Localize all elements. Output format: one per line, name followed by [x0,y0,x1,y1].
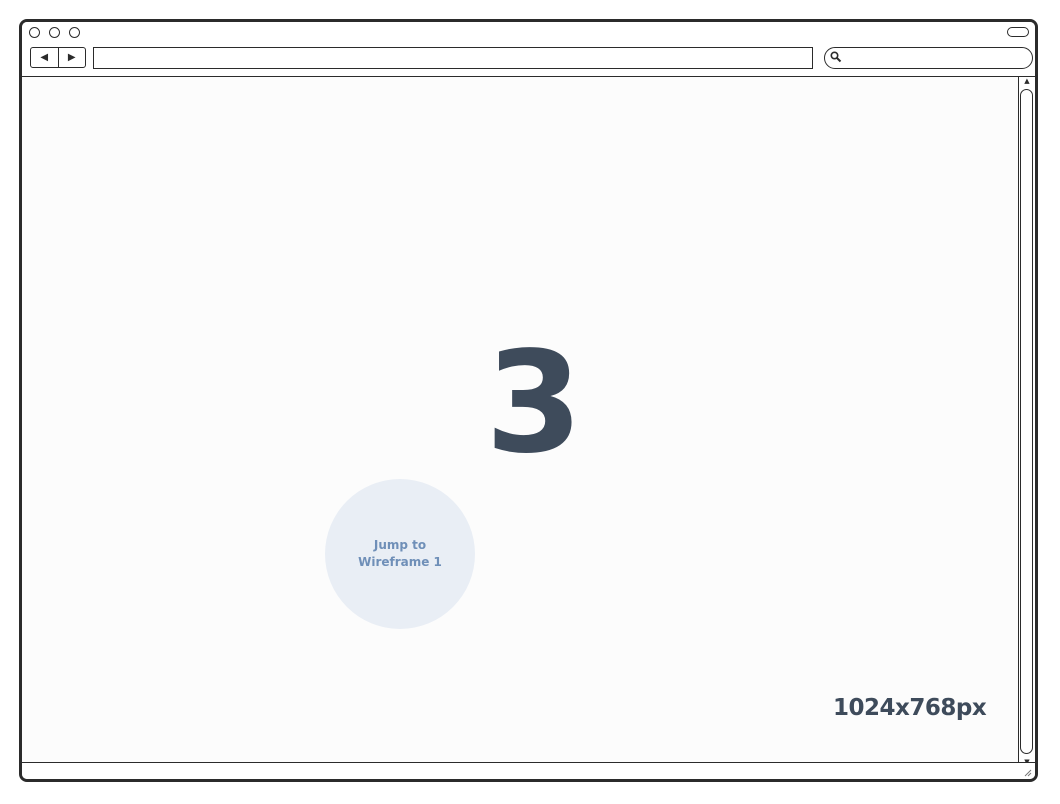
resize-grip-icon[interactable] [1023,768,1032,777]
page-content: 3 Jump to Wireframe 1 1024x768px [22,77,1022,766]
jump-button-label: Jump to Wireframe 1 [350,537,450,571]
minimize-window-icon[interactable] [49,27,60,38]
maximize-window-icon[interactable] [69,27,80,38]
back-button[interactable]: ◀ [31,48,59,67]
scroll-up-icon[interactable]: ▲ [1019,77,1035,85]
browser-window: ◀ ▶ 3 Jump to Wireframe 1 1024x768px ▲ ▼ [19,19,1038,782]
close-window-icon[interactable] [29,27,40,38]
screen-size-label: 1024x768px [833,695,987,721]
search-input[interactable] [824,47,1033,69]
scroll-thumb[interactable] [1020,89,1033,754]
search-icon [830,51,842,63]
toolbar-toggle-icon[interactable] [1007,27,1029,37]
navigation-buttons: ◀ ▶ [30,47,86,68]
status-bar [22,762,1035,779]
back-arrow-icon: ◀ [40,52,49,63]
title-bar: ◀ ▶ [22,22,1035,77]
forward-button[interactable]: ▶ [59,48,86,67]
forward-arrow-icon: ▶ [67,52,76,63]
jump-button-label-line1: Jump to [373,538,427,552]
jump-button-label-line2: Wireframe 1 [358,555,442,569]
wireframe-number: 3 [485,322,582,485]
url-input[interactable] [93,47,813,69]
jump-to-wireframe-button[interactable]: Jump to Wireframe 1 [325,479,475,629]
vertical-scrollbar[interactable]: ▲ ▼ [1018,77,1035,766]
